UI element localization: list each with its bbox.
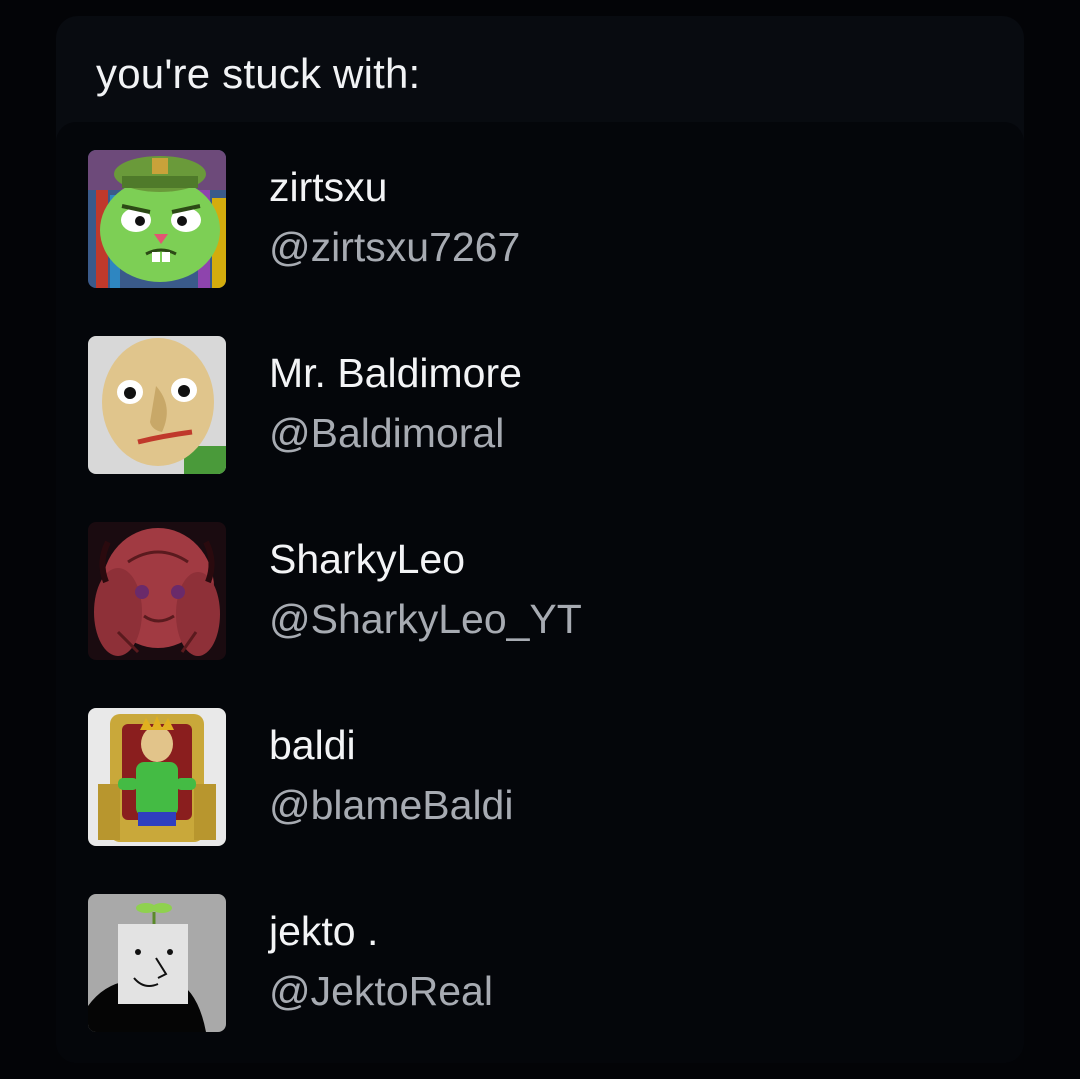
user-display-name: jekto . <box>269 908 379 954</box>
user-list: zirtsxu @zirtsxu7267 Mr. Baldimore @Bald… <box>56 122 1024 1063</box>
user-avatar[interactable] <box>88 336 226 474</box>
user-handle: @zirtsxu7267 <box>269 224 521 270</box>
user-avatar[interactable] <box>88 522 226 660</box>
user-display-name: SharkyLeo <box>269 536 466 582</box>
king-on-throne-avatar-icon <box>88 708 226 846</box>
user-item-jekto[interactable]: jekto . @JektoReal <box>88 894 988 1034</box>
user-item-baldi[interactable]: baldi @blameBaldi <box>88 708 988 848</box>
user-item-sharkyleo[interactable]: SharkyLeo @SharkyLeo_YT <box>88 522 988 662</box>
user-display-name: Mr. Baldimore <box>269 350 522 396</box>
user-avatar[interactable] <box>88 708 226 846</box>
bald-teacher-avatar-icon <box>88 336 226 474</box>
user-handle: @JektoReal <box>269 968 493 1014</box>
user-avatar[interactable] <box>88 150 226 288</box>
red-sketch-avatar-icon <box>88 522 226 660</box>
user-handle: @blameBaldi <box>269 782 514 828</box>
user-item-zirtsxu[interactable]: zirtsxu @zirtsxu7267 <box>88 150 988 290</box>
user-avatar[interactable] <box>88 894 226 1032</box>
user-display-name: baldi <box>269 722 356 768</box>
user-item-mr-baldimore[interactable]: Mr. Baldimore @Baldimoral <box>88 336 988 476</box>
stuck-with-card: you're stuck with: zirtsxu @zirtsxu7267 … <box>56 16 1024 1063</box>
green-bear-soldier-avatar-icon <box>88 150 226 288</box>
sprout-square-head-avatar-icon <box>88 894 226 1032</box>
card-title: you're stuck with: <box>96 50 421 97</box>
user-handle: @Baldimoral <box>269 410 505 456</box>
user-display-name: zirtsxu <box>269 164 388 210</box>
user-handle: @SharkyLeo_YT <box>269 596 582 642</box>
